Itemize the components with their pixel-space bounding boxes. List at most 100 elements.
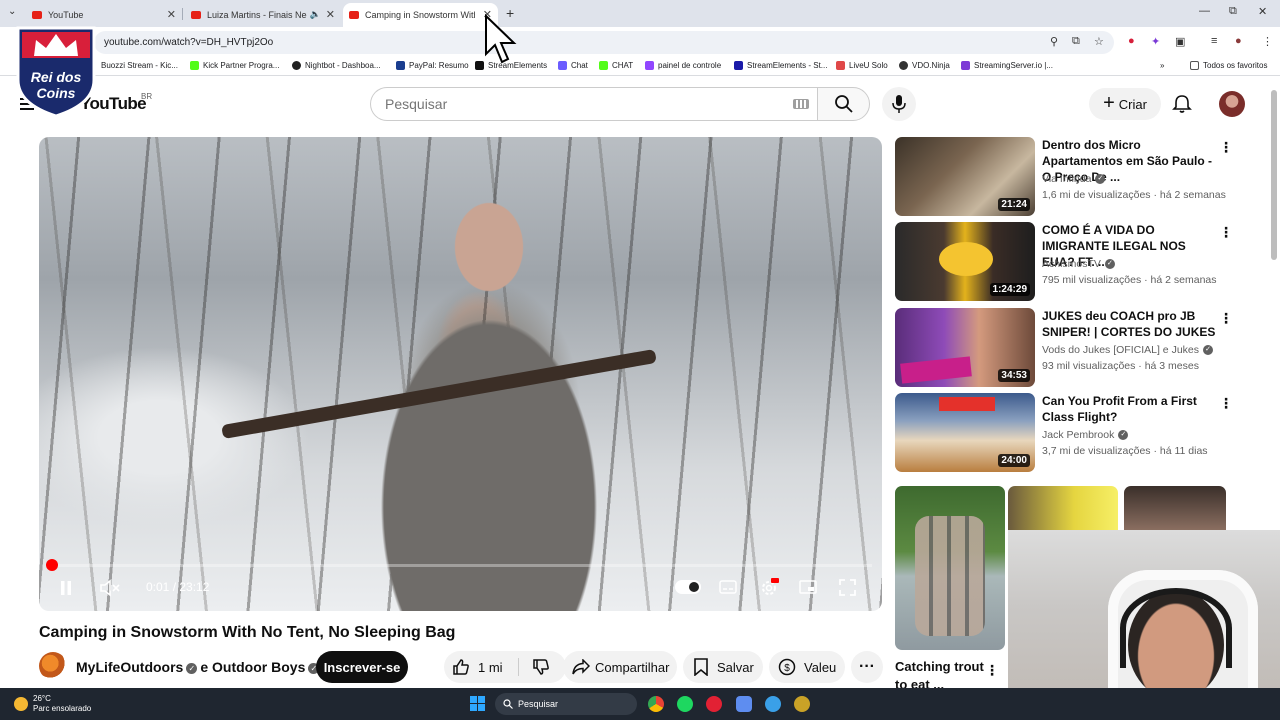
share-button[interactable]: Compartilhar xyxy=(563,651,677,683)
thanks-button[interactable]: $ Valeu xyxy=(769,651,845,683)
recommendation-item[interactable]: 34:53 JUKES deu COACH pro JB SNIPER! | C… xyxy=(895,308,1235,388)
address-bar[interactable]: youtube.com/watch?v=DH_HVTpj2Oo ⚲ ⧉ ☆ xyxy=(94,31,1114,54)
verified-check-icon: ✓ xyxy=(1104,259,1115,270)
page-scrollbar[interactable] xyxy=(1271,90,1277,260)
recommendation-thumbnail[interactable]: 24:00 xyxy=(895,393,1035,472)
notifications-bell-icon[interactable] xyxy=(1172,94,1192,114)
url-text[interactable]: youtube.com/watch?v=DH_HVTpj2Oo xyxy=(104,37,273,48)
recommendation-item[interactable]: 21:24 Dentro dos Micro Apartamentos em S… xyxy=(895,137,1235,217)
extensions-puzzle-icon[interactable]: ▣ xyxy=(1175,35,1185,48)
autoplay-toggle[interactable] xyxy=(675,580,701,594)
recommendation-item[interactable]: 1:24:29 COMO É A VIDA DO IMIGRANTE ILEGA… xyxy=(895,222,1235,302)
weather-widget[interactable]: 26°C Parc ensolarado xyxy=(14,694,91,714)
bookmark-item[interactable]: VDO.Ninja xyxy=(899,61,950,70)
bookmark-star-icon[interactable]: ☆ xyxy=(1094,35,1104,48)
progress-bar[interactable] xyxy=(49,564,872,567)
voice-search-button[interactable] xyxy=(882,87,916,121)
spotify-icon[interactable] xyxy=(677,696,693,712)
bookmark-item[interactable]: Chat xyxy=(558,61,588,70)
browser-menu-icon[interactable]: ⋮ xyxy=(1262,35,1273,48)
subscribe-button[interactable]: Inscrever-se xyxy=(316,651,408,683)
media-control-icon[interactable]: ≡ xyxy=(1211,35,1217,47)
recommendation-channel[interactable]: Via Infinda ✓ xyxy=(1042,173,1106,185)
tab-list-chevron-icon[interactable]: ⌄ xyxy=(8,6,16,17)
browser-tab-luiza[interactable]: Luiza Martins - Finais Neces 🔈 ✕ xyxy=(185,3,341,27)
more-options-icon[interactable]: ⋮ xyxy=(1219,310,1233,327)
search-button[interactable] xyxy=(817,87,870,121)
channel-avatar[interactable] xyxy=(39,652,67,680)
recommendation-thumbnail[interactable]: 21:24 xyxy=(895,137,1035,216)
recommendation-thumbnail[interactable]: 1:24:29 xyxy=(895,222,1035,301)
bookmark-item[interactable]: StreamingServer.io |... xyxy=(961,61,1053,70)
extension-purple-icon[interactable]: ✦ xyxy=(1151,35,1160,48)
recommendation-title[interactable]: Can You Profit From a First Class Flight… xyxy=(1042,393,1217,425)
bookmarks-overflow-icon[interactable]: » xyxy=(1160,61,1164,70)
taskbar-search[interactable]: Pesquisar xyxy=(495,693,637,715)
extension-red-icon[interactable]: ● xyxy=(1128,35,1135,47)
video-player[interactable]: 0:01 / 23:12 xyxy=(39,137,882,611)
bookmark-item[interactable]: painel de controle xyxy=(645,61,721,70)
recommendation-thumbnail[interactable]: 34:53 xyxy=(895,308,1035,387)
restore-icon[interactable]: ⧉ xyxy=(1229,5,1237,18)
region-code: BR xyxy=(141,92,153,101)
chat-icon xyxy=(558,61,567,70)
channel-names[interactable]: MyLifeOutdoors ✓ e Outdoor Boys ✓ xyxy=(76,659,322,675)
windows-start-icon[interactable] xyxy=(470,696,485,711)
search-input[interactable] xyxy=(385,96,765,112)
app-active-icon[interactable] xyxy=(736,696,752,712)
short-thumbnail-trout[interactable] xyxy=(895,486,1005,650)
app-red-icon[interactable] xyxy=(706,696,722,712)
bookmark-item[interactable]: StreamElements - St... xyxy=(734,61,827,70)
user-avatar[interactable] xyxy=(1219,91,1245,117)
bookmark-item[interactable]: PayPal: Resumo xyxy=(396,61,469,70)
recommendation-channel[interactable]: AchismosTV ✓ xyxy=(1042,258,1115,270)
bookmark-item[interactable]: LiveU Solo xyxy=(836,61,888,70)
settings-gear-icon[interactable] xyxy=(759,577,779,597)
more-options-icon[interactable]: ⋮ xyxy=(985,662,999,679)
create-button[interactable]: + Criar xyxy=(1089,88,1161,120)
minimize-icon[interactable]: — xyxy=(1199,5,1210,17)
save-button[interactable]: Salvar xyxy=(683,651,763,683)
video-duration: 24:00 xyxy=(998,454,1030,467)
close-window-icon[interactable]: ✕ xyxy=(1258,5,1267,18)
speaker-icon[interactable]: 🔈 xyxy=(310,9,321,20)
bookmark-item[interactable]: Nightbot - Dashboa... xyxy=(292,61,381,70)
miniplayer-icon[interactable] xyxy=(799,580,817,594)
recommendation-channel[interactable]: Jack Pembrook ✓ xyxy=(1042,429,1129,441)
subtitles-icon[interactable] xyxy=(719,580,737,594)
bookmark-item[interactable]: Buozzi Stream - Kic... xyxy=(101,61,178,70)
profile-icon[interactable]: ● xyxy=(1235,35,1242,47)
channel-name[interactable]: MyLifeOutdoors xyxy=(76,659,183,675)
more-options-icon[interactable]: ⋮ xyxy=(1219,395,1233,412)
zoom-icon[interactable]: ⚲ xyxy=(1050,35,1058,48)
recommendation-item[interactable]: 24:00 Can You Profit From a First Class … xyxy=(895,393,1235,473)
like-button[interactable]: 1 mi xyxy=(444,651,517,683)
recommendation-channel[interactable]: Vods do Jukes [OFICIAL] e Jukes ✓ xyxy=(1042,344,1213,356)
tab-title: Luiza Martins - Finais Neces xyxy=(207,10,307,20)
pause-icon[interactable] xyxy=(59,580,73,596)
all-bookmarks[interactable]: Todos os favoritos xyxy=(1190,61,1267,70)
chrome-icon[interactable] xyxy=(648,696,664,712)
globe-icon[interactable] xyxy=(765,696,781,712)
search-bar[interactable] xyxy=(370,87,818,121)
browser-tab-camping[interactable]: Camping in Snowstorm With N ✕ xyxy=(343,3,498,27)
more-options-icon[interactable]: ⋮ xyxy=(1219,139,1233,156)
app-yellow-icon[interactable] xyxy=(794,696,810,712)
more-options-icon[interactable]: ⋮ xyxy=(1219,224,1233,241)
fullscreen-icon[interactable] xyxy=(839,579,856,596)
youtube-favicon-icon xyxy=(349,11,359,19)
muted-volume-icon[interactable] xyxy=(99,579,121,597)
more-actions-icon[interactable]: ··· xyxy=(851,651,883,683)
short-thumbnail[interactable] xyxy=(1124,486,1226,530)
tab-close-icon[interactable]: ✕ xyxy=(167,8,176,21)
bookmark-item[interactable]: Kick Partner Progra... xyxy=(190,61,279,70)
short-thumbnail[interactable] xyxy=(1008,486,1118,530)
recommendation-title[interactable]: JUKES deu COACH pro JB SNIPER! | CORTES … xyxy=(1042,308,1217,340)
keyboard-icon[interactable] xyxy=(793,99,809,109)
tab-close-icon[interactable]: ✕ xyxy=(326,8,335,21)
scrubber-handle[interactable] xyxy=(46,559,58,571)
thumbs-down-icon[interactable] xyxy=(532,658,550,676)
bookmark-item[interactable]: CHAT xyxy=(599,61,633,70)
channel-name-2[interactable]: Outdoor Boys xyxy=(212,659,305,675)
cast-icon[interactable]: ⧉ xyxy=(1072,35,1080,48)
